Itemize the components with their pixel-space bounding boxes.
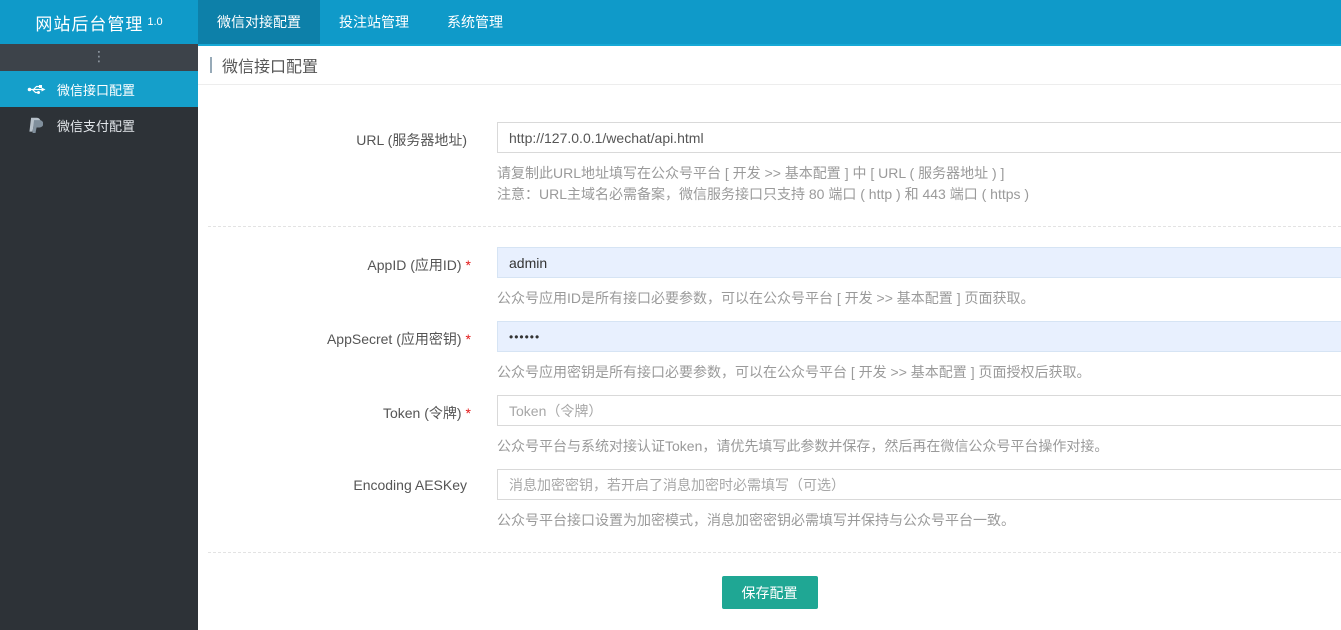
url-input[interactable] [497, 122, 1341, 153]
sidebar: ⋮ 微信接口配置 微信支付配置 [0, 44, 198, 630]
appid-input[interactable] [497, 247, 1341, 278]
sidebar-item-wechat-pay[interactable]: 微信支付配置 [0, 107, 198, 143]
save-config-button[interactable]: 保存配置 [721, 576, 818, 609]
section-divider [208, 552, 1341, 553]
form-row-appsecret: AppSecret (应用密钥)* 公众号应用密钥是所有接口必要参数，可以在公众… [198, 321, 1341, 383]
field-help: 公众号平台接口设置为加密模式，消息加密密钥必需填写并保持与公众号平台一致。 [497, 512, 1015, 528]
sidebar-item-wechat-interface[interactable]: 微信接口配置 [0, 71, 198, 107]
field-help-note: 注意：URL主域名必需备案，微信服务接口只支持 80 端口 ( http ) 和… [497, 186, 1030, 202]
tab-system[interactable]: 系统管理 [428, 0, 522, 44]
usb-icon [26, 83, 46, 96]
required-asterisk: * [465, 257, 471, 273]
field-help: 公众号平台与系统对接认证Token，请优先填写此参数并保存，然后再在微信公众号平… [497, 438, 1109, 454]
form-row-aeskey: Encoding AESKey 公众号平台接口设置为加密模式，消息加密密钥必需填… [198, 469, 1341, 531]
sidebar-item-label: 微信支付配置 [57, 118, 136, 134]
section-divider [208, 226, 1341, 227]
field-label: Encoding AESKey [353, 477, 467, 493]
field-help: 请复制此URL地址填写在公众号平台 [ 开发 >> 基本配置 ] 中 [ URL… [497, 165, 1005, 181]
field-label: AppSecret (应用密钥) * [326, 331, 471, 347]
tab-betting-station[interactable]: 投注站管理 [320, 0, 428, 44]
paypal-icon [26, 117, 46, 134]
page-header: 微信接口配置 [198, 46, 1341, 85]
required-asterisk: * [465, 405, 471, 421]
field-help: 公众号应用ID是所有接口必要参数，可以在公众号平台 [ 开发 >> 基本配置 ]… [497, 290, 1035, 306]
token-input[interactable] [497, 395, 1341, 426]
appsecret-input[interactable] [497, 321, 1341, 352]
app-title: 网站后台管理 [35, 14, 144, 34]
page-title: 微信接口配置 [222, 59, 319, 76]
tab-wechat-config[interactable]: 微信对接配置 [198, 0, 320, 44]
sidebar-item-label: 微信接口配置 [57, 82, 136, 98]
form-row-token: Token (令牌)* 公众号平台与系统对接认证Token，请优先填写此参数并保… [198, 395, 1341, 457]
form-actions: 保存配置 [198, 576, 1341, 609]
app-version: 1.0 [147, 16, 163, 28]
form-row-url: URL (服务器地址) 请复制此URL地址填写在公众号平台 [ 开发 >> 基本… [198, 122, 1341, 205]
field-label: URL (服务器地址) [356, 132, 467, 148]
aeskey-input[interactable] [497, 469, 1341, 500]
top-nav: 微信对接配置 投注站管理 系统管理 [198, 0, 522, 44]
field-help: 公众号应用密钥是所有接口必要参数，可以在公众号平台 [ 开发 >> 基本配置 ]… [497, 364, 1091, 380]
form-row-appid: AppID (应用ID)* 公众号应用ID是所有接口必要参数，可以在公众号平台 … [198, 247, 1341, 309]
wechat-config-form: URL (服务器地址) 请复制此URL地址填写在公众号平台 [ 开发 >> 基本… [198, 85, 1341, 609]
field-label: Token (令牌) * [382, 405, 471, 421]
field-label: AppID (应用ID) * [367, 257, 471, 273]
app-brand: 网站后台管理 1.0 [0, 0, 198, 44]
top-header: 网站后台管理 1.0 微信对接配置 投注站管理 系统管理 [0, 0, 1341, 44]
main-content: 微信接口配置 URL (服务器地址) 请复制此URL地址填写在公众号平台 [ 开… [198, 44, 1341, 630]
title-accent-bar [210, 57, 212, 73]
sidebar-collapse-toggle[interactable]: ⋮ [0, 44, 198, 71]
required-asterisk: * [465, 331, 471, 347]
